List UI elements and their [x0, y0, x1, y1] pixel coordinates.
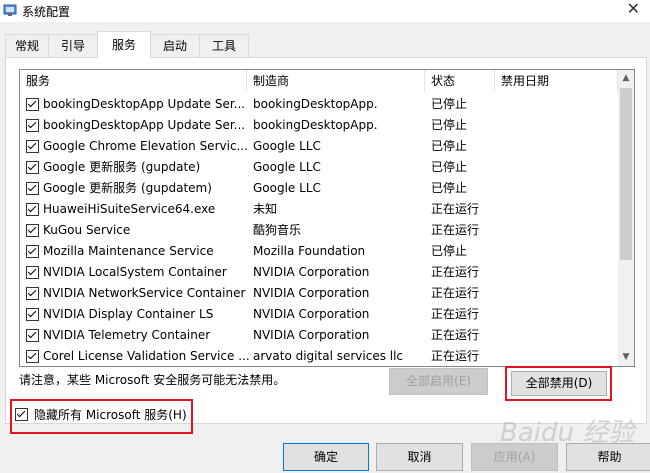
- tab-startup[interactable]: 启动: [150, 34, 200, 57]
- cancel-button[interactable]: 取消: [376, 443, 463, 471]
- service-checkbox[interactable]: [26, 329, 39, 342]
- tab-general[interactable]: 常规: [5, 34, 49, 57]
- ok-button[interactable]: 确定: [283, 443, 369, 471]
- service-status: 正在运行: [431, 202, 480, 216]
- service-status: 正在运行: [431, 349, 480, 363]
- service-status: 正在运行: [431, 223, 480, 237]
- service-checkbox[interactable]: [26, 287, 39, 300]
- service-status: 已停止: [431, 160, 468, 174]
- service-status: 正在运行: [431, 307, 480, 321]
- security-note: 请注意，某些 Microsoft 安全服务可能无法禁用。: [19, 373, 286, 387]
- service-vendor: Google LLC: [253, 181, 321, 195]
- service-checkbox[interactable]: [26, 98, 39, 111]
- service-checkbox[interactable]: [26, 161, 39, 174]
- column-header-service[interactable]: 服务: [20, 70, 247, 92]
- service-checkbox[interactable]: [26, 182, 39, 195]
- service-name: Mozilla Maintenance Service: [43, 244, 214, 258]
- service-status: 已停止: [431, 97, 468, 111]
- service-checkbox[interactable]: [26, 350, 39, 363]
- service-name: Corel License Validation Service ...: [43, 349, 250, 363]
- services-list[interactable]: 服务 制造商 状态 禁用日期 bookingDesktopApp Update …: [19, 69, 635, 367]
- service-vendor: arvato digital services llc: [253, 349, 404, 363]
- service-vendor: NVIDIA Corporation: [253, 307, 370, 321]
- service-checkbox[interactable]: [26, 266, 39, 279]
- service-vendor: bookingDesktopApp.: [253, 118, 378, 132]
- highlight-box-hide-microsoft: [10, 399, 193, 434]
- service-name: NVIDIA Telemetry Container: [43, 328, 211, 342]
- list-item[interactable]: bookingDesktopApp Update Ser... bookingD…: [20, 115, 618, 136]
- list-item[interactable]: KuGou Service 酷狗音乐 正在运行: [20, 220, 618, 241]
- service-name: KuGou Service: [43, 223, 131, 237]
- service-status: 已停止: [431, 118, 468, 132]
- service-checkbox[interactable]: [26, 224, 39, 237]
- apply-button[interactable]: 应用(A): [471, 443, 558, 471]
- service-name: Google Chrome Elevation Servic...: [43, 139, 248, 153]
- system-config-icon: [3, 4, 17, 16]
- service-name: bookingDesktopApp Update Ser...: [43, 118, 246, 132]
- service-vendor: bookingDesktopApp.: [253, 97, 378, 111]
- service-status: 正在运行: [431, 286, 480, 300]
- service-vendor: Google LLC: [253, 139, 321, 153]
- service-status: 正在运行: [431, 265, 480, 279]
- service-vendor: Google LLC: [253, 160, 321, 174]
- list-item[interactable]: Corel License Validation Service ... arv…: [20, 346, 618, 366]
- column-header-vendor[interactable]: 制造商: [247, 70, 425, 92]
- list-item[interactable]: NVIDIA Display Container LS NVIDIA Corpo…: [20, 304, 618, 325]
- service-name: Google 更新服务 (gupdate): [43, 160, 201, 174]
- column-header-disabled-date[interactable]: 禁用日期: [495, 70, 618, 92]
- service-checkbox[interactable]: [26, 245, 39, 258]
- list-item[interactable]: NVIDIA LocalSystem Container NVIDIA Corp…: [20, 262, 618, 283]
- service-name: NVIDIA NetworkService Container: [43, 286, 246, 300]
- list-item[interactable]: Google Chrome Elevation Servic... Google…: [20, 136, 618, 157]
- close-icon[interactable]: ✕: [627, 0, 640, 18]
- service-vendor: NVIDIA Corporation: [253, 328, 370, 342]
- service-checkbox[interactable]: [26, 203, 39, 216]
- scroll-down-icon[interactable]: ▼: [618, 349, 634, 366]
- list-rows: bookingDesktopApp Update Ser... bookingD…: [20, 94, 618, 366]
- service-vendor: 未知: [253, 202, 278, 216]
- service-status: 已停止: [431, 244, 468, 258]
- list-item[interactable]: bookingDesktopApp Update Ser... bookingD…: [20, 94, 618, 115]
- list-item[interactable]: Google 更新服务 (gupdate) Google LLC 已停止: [20, 157, 618, 178]
- scroll-thumb[interactable]: [620, 88, 632, 260]
- service-vendor: 酷狗音乐: [253, 223, 302, 237]
- vertical-scrollbar[interactable]: ▲ ▼: [618, 70, 634, 366]
- tab-tools[interactable]: 工具: [199, 34, 249, 57]
- list-item[interactable]: NVIDIA NetworkService Container NVIDIA C…: [20, 283, 618, 304]
- service-name: NVIDIA LocalSystem Container: [43, 265, 227, 279]
- service-status: 已停止: [431, 181, 468, 195]
- highlight-box-disable-all: [505, 366, 612, 401]
- service-vendor: NVIDIA Corporation: [253, 286, 370, 300]
- service-checkbox[interactable]: [26, 140, 39, 153]
- scroll-up-icon[interactable]: ▲: [618, 70, 634, 87]
- service-checkbox[interactable]: [26, 308, 39, 321]
- service-vendor: Mozilla Foundation: [253, 244, 366, 258]
- tab-boot[interactable]: 引导: [48, 34, 98, 57]
- service-vendor: NVIDIA Corporation: [253, 265, 370, 279]
- list-item[interactable]: NVIDIA Telemetry Container NVIDIA Corpor…: [20, 325, 618, 346]
- column-header-status[interactable]: 状态: [425, 70, 495, 92]
- window-title: 系统配置: [22, 5, 71, 19]
- tab-services[interactable]: 服务: [97, 31, 151, 58]
- list-item[interactable]: Mozilla Maintenance Service Mozilla Foun…: [20, 241, 618, 262]
- help-button[interactable]: 帮助: [566, 443, 650, 471]
- list-header: 服务 制造商 状态 禁用日期: [20, 70, 618, 92]
- list-item[interactable]: Google 更新服务 (gupdatem) Google LLC 已停止: [20, 178, 618, 199]
- service-status: 正在运行: [431, 328, 480, 342]
- service-checkbox[interactable]: [26, 119, 39, 132]
- service-name: HuaweiHiSuiteService64.exe: [43, 202, 216, 216]
- enable-all-button[interactable]: 全部启用(E): [389, 368, 488, 395]
- service-name: Google 更新服务 (gupdatem): [43, 181, 212, 195]
- title-bar: 系统配置 ✕: [0, 0, 650, 22]
- service-name: bookingDesktopApp Update Ser...: [43, 97, 246, 111]
- list-item[interactable]: HuaweiHiSuiteService64.exe 未知 正在运行: [20, 199, 618, 220]
- service-status: 已停止: [431, 139, 468, 153]
- service-name: NVIDIA Display Container LS: [43, 307, 214, 321]
